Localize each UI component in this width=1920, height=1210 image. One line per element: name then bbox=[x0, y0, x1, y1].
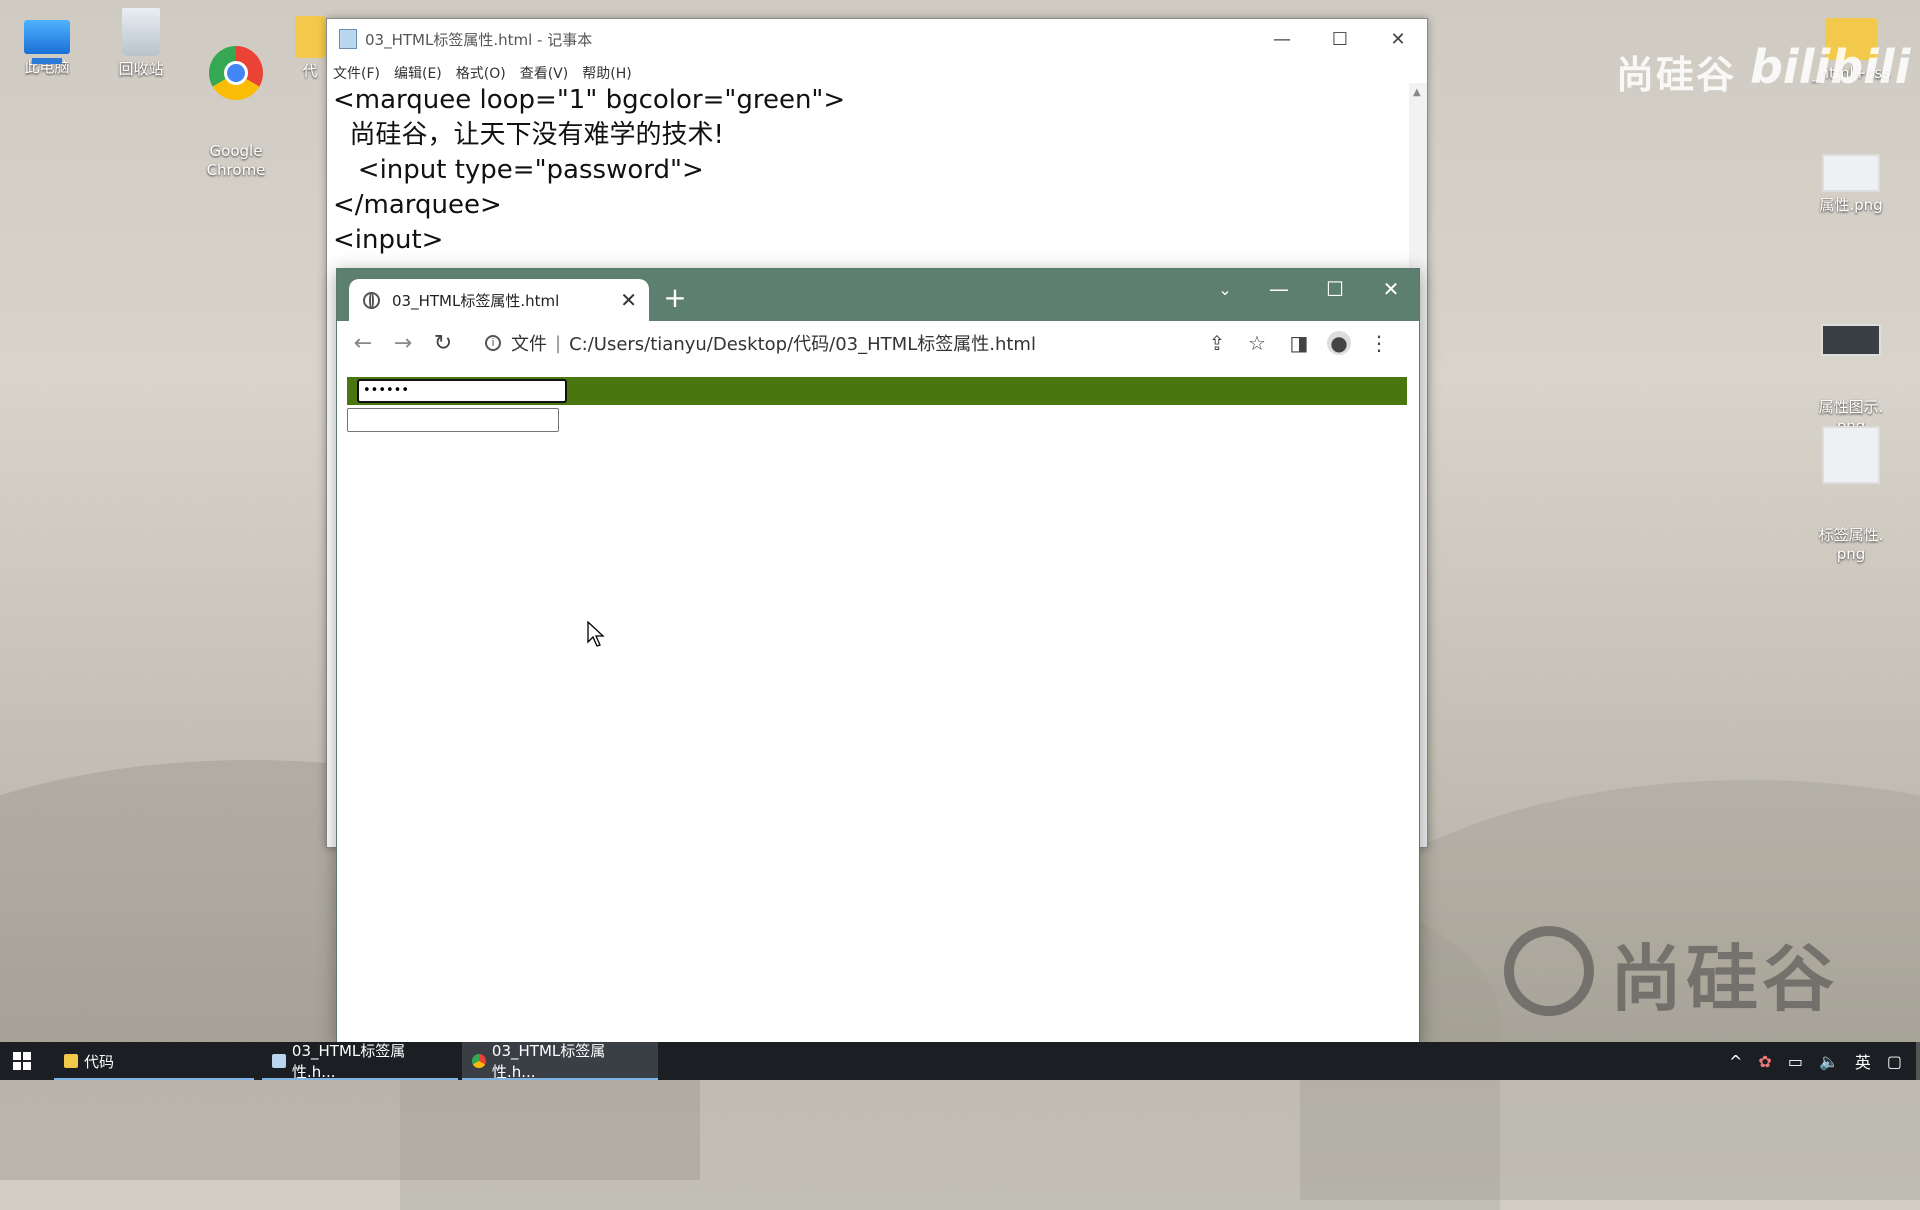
desktop-icon-chrome[interactable]: Google Chrome bbox=[191, 8, 281, 199]
desktop-icon-tag-attr-png[interactable]: 标签属性. png bbox=[1806, 388, 1896, 583]
notification-icon[interactable]: ▢ bbox=[1887, 1052, 1902, 1071]
close-button[interactable]: ✕ bbox=[1363, 269, 1419, 309]
tab-search-chevron-icon[interactable]: ⌄ bbox=[1197, 269, 1253, 309]
desktop-icon-attr-png[interactable]: 属性.png bbox=[1806, 154, 1896, 215]
new-tab-button[interactable]: + bbox=[657, 281, 693, 317]
profile-avatar-icon[interactable]: ● bbox=[1327, 331, 1351, 355]
menu-kebab-icon[interactable]: ⋮ bbox=[1367, 331, 1391, 355]
image-thumbnail-icon bbox=[1821, 324, 1881, 356]
share-icon[interactable]: ⇪ bbox=[1205, 331, 1229, 355]
close-button[interactable]: ✕ bbox=[1369, 19, 1427, 59]
desktop-icon-label: 标签属性. png bbox=[1818, 526, 1884, 563]
system-tray: ^ ✿ ▭ 🔈 英 ▢ bbox=[1721, 1042, 1920, 1080]
browser-toolbar: ← → ↻ i 文件 | C:/Users/tianyu/Desktop/代码/… bbox=[337, 321, 1419, 366]
star-icon[interactable]: ☆ bbox=[1245, 331, 1269, 355]
desktop-icon-recycle-bin[interactable]: 回收站 bbox=[96, 8, 186, 79]
forward-arrow-icon[interactable]: → bbox=[383, 331, 423, 356]
watermark-bilibili: bilibili bbox=[1750, 40, 1911, 94]
text-input[interactable] bbox=[347, 408, 559, 432]
info-icon[interactable]: i bbox=[485, 335, 501, 351]
desktop-icon-label: Google Chrome bbox=[206, 142, 266, 179]
taskbar-item-explorer[interactable]: 代码 bbox=[54, 1042, 254, 1080]
menu-help[interactable]: 帮助(H) bbox=[582, 63, 631, 83]
address-separator: | bbox=[555, 332, 562, 354]
back-arrow-icon[interactable]: ← bbox=[343, 331, 383, 356]
tab-strip: 03_HTML标签属性.html ✕ + ⌄ — ☐ ✕ bbox=[337, 269, 1419, 321]
mouse-pointer-icon bbox=[587, 620, 605, 651]
watermark-brand-bottom: 尚硅谷 bbox=[1610, 937, 1839, 1021]
taskbar: 代码 03_HTML标签属性.h... 03_HTML标签属性.h... ^ ✿… bbox=[0, 1042, 1920, 1081]
chrome-icon bbox=[472, 1054, 486, 1068]
notepad-title: 03_HTML标签属性.html - 记事本 bbox=[365, 30, 593, 49]
globe-icon bbox=[363, 291, 380, 309]
notepad-icon bbox=[339, 29, 357, 49]
password-input[interactable]: •••••• bbox=[357, 379, 567, 403]
menu-view[interactable]: 查看(V) bbox=[520, 63, 569, 83]
scroll-up-icon[interactable]: ▲ bbox=[1413, 87, 1421, 98]
image-thumbnail-icon bbox=[1822, 154, 1880, 192]
tray-chevron-up-icon[interactable]: ^ bbox=[1729, 1052, 1742, 1071]
maximize-button[interactable]: ☐ bbox=[1311, 19, 1369, 59]
taskbar-item-label: 03_HTML标签属性.h... bbox=[491, 1042, 606, 1081]
maximize-button[interactable]: ☐ bbox=[1307, 269, 1363, 309]
computer-icon bbox=[24, 20, 70, 64]
desktop-icon-label: 回收站 bbox=[118, 60, 164, 78]
page-content: •••••• bbox=[337, 365, 1419, 1043]
taskbar-item-label: 03_HTML标签属性.h... bbox=[291, 1042, 406, 1081]
image-thumbnail-icon bbox=[1822, 426, 1880, 484]
side-panel-icon[interactable]: ◨ bbox=[1287, 331, 1311, 355]
taskbar-item-label: 代码 bbox=[84, 1052, 115, 1071]
desktop-icon-folder[interactable]: 代 bbox=[290, 8, 330, 81]
tray-app-icon[interactable]: ✿ bbox=[1758, 1052, 1771, 1071]
menu-edit[interactable]: 编辑(E) bbox=[394, 63, 442, 83]
desktop-icon-this-pc[interactable]: 此电脑 bbox=[2, 8, 92, 77]
battery-icon[interactable]: ▭ bbox=[1788, 1052, 1803, 1071]
ime-indicator[interactable]: 英 bbox=[1855, 1049, 1871, 1073]
browser-tab[interactable]: 03_HTML标签属性.html ✕ bbox=[349, 279, 649, 321]
watermark-brand: 尚硅谷 bbox=[1616, 53, 1737, 97]
notepad-icon bbox=[272, 1054, 286, 1068]
taskbar-item-notepad[interactable]: 03_HTML标签属性.h... bbox=[262, 1042, 458, 1081]
folder-icon bbox=[295, 16, 325, 58]
desktop-icon-label: 代 bbox=[302, 62, 318, 80]
volume-icon[interactable]: 🔈 bbox=[1819, 1052, 1839, 1071]
show-desktop-button[interactable] bbox=[1916, 1042, 1920, 1080]
windows-logo-icon bbox=[13, 1052, 31, 1070]
menu-format[interactable]: 格式(O) bbox=[456, 63, 506, 83]
chrome-icon bbox=[209, 46, 263, 100]
desktop-icon-label: 属性.png bbox=[1819, 196, 1883, 214]
minimize-button[interactable]: — bbox=[1253, 19, 1311, 59]
menu-file[interactable]: 文件(F) bbox=[333, 63, 380, 83]
chrome-window[interactable]: 03_HTML标签属性.html ✕ + ⌄ — ☐ ✕ ← → ↻ i 文件 … bbox=[336, 268, 1420, 1044]
address-url: C:/Users/tianyu/Desktop/代码/03_HTML标签属性.h… bbox=[569, 334, 1036, 355]
folder-icon bbox=[64, 1054, 78, 1068]
recycle-bin-icon bbox=[122, 8, 160, 56]
start-button[interactable] bbox=[0, 1042, 44, 1080]
reload-icon[interactable]: ↻ bbox=[423, 331, 463, 356]
address-prefix: 文件 bbox=[511, 334, 547, 355]
tab-close-icon[interactable]: ✕ bbox=[620, 288, 637, 312]
watermark-logo-icon bbox=[1504, 926, 1594, 1016]
taskbar-item-chrome[interactable]: 03_HTML标签属性.h... bbox=[462, 1042, 658, 1081]
tab-title: 03_HTML标签属性.html bbox=[392, 291, 560, 310]
address-bar[interactable]: i 文件 | C:/Users/tianyu/Desktop/代码/03_HTM… bbox=[473, 325, 1183, 361]
minimize-button[interactable]: — bbox=[1251, 269, 1307, 309]
